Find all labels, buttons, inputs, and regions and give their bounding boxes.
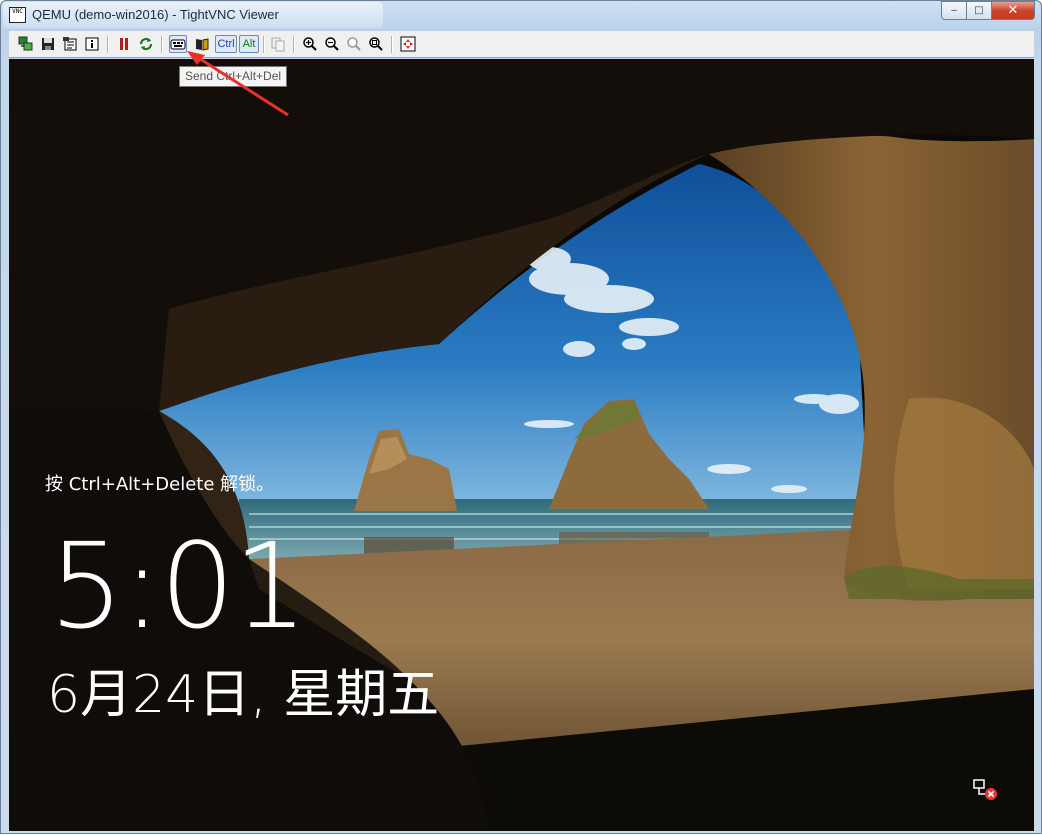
toolbar: Ctrl Alt: [9, 31, 1034, 58]
window-title: QEMU (demo-win2016) - TightVNC Viewer: [32, 7, 279, 22]
options-button[interactable]: [61, 35, 79, 53]
remote-desktop-view[interactable]: 按 Ctrl+Alt+Delete 解锁。 5:01 6月24日, 星期五: [9, 59, 1034, 831]
zoom-fit-button[interactable]: [367, 35, 385, 53]
save-button[interactable]: [39, 35, 57, 53]
tooltip: Send Ctrl+Alt+Del: [179, 66, 288, 87]
refresh-button[interactable]: [137, 35, 155, 53]
zoom-100-button[interactable]: [345, 35, 363, 53]
send-ctrl-esc-icon: [196, 38, 209, 51]
toolbar-separator: [391, 36, 393, 53]
save-icon: [42, 38, 54, 50]
lock-screen-time: 5:01: [49, 517, 308, 655]
lock-screen-date: 6月24日, 星期五: [47, 665, 440, 725]
alt-label: Alt: [242, 38, 256, 50]
alt-toggle-button[interactable]: Alt: [239, 35, 259, 53]
new-connection-button[interactable]: [17, 35, 35, 53]
send-ctrl-esc-button[interactable]: [193, 35, 211, 53]
window-frame: VNC QEMU (demo-win2016) - TightVNC Viewe…: [0, 0, 1042, 834]
zoom-in-button[interactable]: [301, 35, 319, 53]
minimize-icon: ‒: [950, 5, 958, 16]
fullscreen-icon: [400, 36, 416, 52]
transfer-files-icon: [271, 37, 285, 52]
title-bar[interactable]: VNC QEMU (demo-win2016) - TightVNC Viewe…: [1, 1, 1041, 30]
vnc-app-icon[interactable]: VNC: [9, 7, 26, 23]
toolbar-separator: [161, 36, 163, 53]
maximize-icon: □: [974, 5, 984, 16]
close-button[interactable]: ✕: [991, 1, 1035, 20]
pause-button[interactable]: [115, 35, 133, 53]
zoom-fit-icon: [369, 37, 383, 51]
toolbar-separator: [293, 36, 295, 53]
zoom-out-button[interactable]: [323, 35, 341, 53]
options-icon: [63, 37, 77, 51]
close-icon: ✕: [1007, 3, 1019, 18]
network-disconnected-icon[interactable]: [972, 778, 1000, 802]
refresh-icon: [139, 37, 153, 51]
send-ctrl-alt-del-icon: [170, 39, 186, 50]
ctrl-label: Ctrl: [217, 38, 235, 50]
toolbar-separator: [263, 36, 265, 53]
new-connection-icon: [18, 36, 33, 51]
transfer-files-button[interactable]: [269, 35, 287, 53]
toolbar-separator: [107, 36, 109, 53]
connection-info-icon: [85, 37, 99, 51]
minimize-button[interactable]: ‒: [941, 1, 967, 20]
zoom-out-icon: [325, 37, 339, 51]
window-controls: ‒ □ ✕: [941, 1, 1035, 21]
ctrl-toggle-button[interactable]: Ctrl: [215, 35, 237, 53]
send-ctrl-alt-del-button[interactable]: [169, 35, 187, 53]
pause-icon: [120, 38, 128, 50]
unlock-hint: 按 Ctrl+Alt+Delete 解锁。: [45, 474, 275, 495]
fullscreen-button[interactable]: [399, 35, 417, 53]
zoom-in-icon: [303, 37, 317, 51]
zoom-100-icon: [347, 37, 361, 51]
connection-info-button[interactable]: [83, 35, 101, 53]
maximize-button[interactable]: □: [966, 1, 992, 20]
